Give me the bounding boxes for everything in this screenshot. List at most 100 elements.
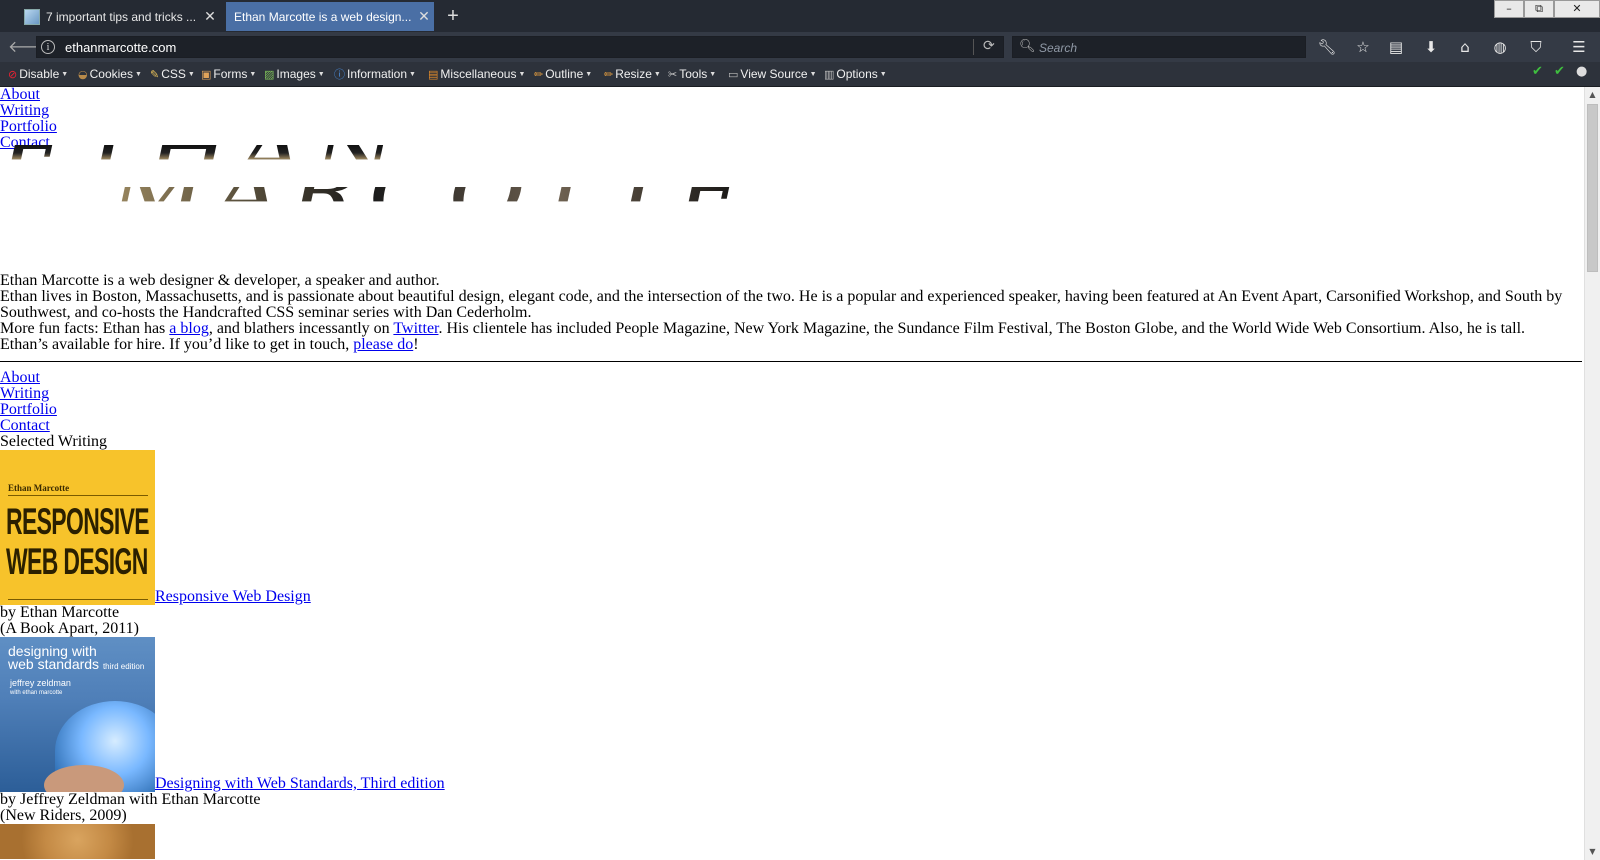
misc-icon: ▤ — [428, 67, 439, 81]
address-bar[interactable]: i ethanmarcotte.com ⟳ — [36, 36, 1004, 58]
tab-label: 7 important tips and tricks ... — [46, 9, 197, 24]
book-publisher: (A Book Apart, 2011) — [0, 620, 139, 637]
site-nav-secondary: About Writing Portfolio Contact — [0, 370, 1584, 434]
contact-link[interactable]: please do — [353, 336, 413, 353]
divider — [973, 39, 974, 55]
search-box[interactable]: 🔍︎ — [1012, 36, 1306, 58]
nav-portfolio-link[interactable]: Portfolio — [0, 402, 1584, 418]
scroll-down-arrow-icon[interactable]: ▼ — [1585, 844, 1600, 860]
cover-author: Ethan Marcotte — [8, 483, 70, 493]
caret-down-icon: ▼ — [879, 70, 887, 78]
nav-contact-link[interactable]: Contact — [0, 418, 1584, 434]
tab-tips[interactable]: 7 important tips and tricks ... ✕ — [14, 2, 220, 31]
book-title-link[interactable]: Responsive Web Design — [155, 588, 311, 605]
cover-title-line: web standards — [8, 656, 100, 672]
view-source-icon: ▭ — [728, 67, 739, 81]
toolbar-cookies[interactable]: ◒ Cookies ▼ — [78, 65, 142, 83]
nav-about-link[interactable]: About — [0, 87, 1584, 103]
text: , and blathers incessantly on — [208, 320, 394, 337]
hire-text: Ethan’s available for hire. If you’d lik… — [0, 337, 1584, 353]
caret-down-icon: ▼ — [409, 70, 416, 78]
caret-down-icon: ▼ — [249, 70, 257, 78]
minimize-button[interactable]: – — [1494, 0, 1524, 18]
pencil-icon: ✏ — [534, 67, 544, 81]
vertical-scrollbar[interactable]: ▲ ▼ — [1584, 87, 1600, 860]
toolbar-label: Options — [836, 67, 878, 81]
cover-title-line: RESPONSIVE — [6, 501, 150, 542]
toolbar-view-source[interactable]: ▭ View Source ▼ — [728, 65, 817, 83]
toolbar-label: Resize — [615, 67, 652, 81]
site-info-icon[interactable]: i — [41, 40, 55, 54]
toolbar-label: Outline — [545, 67, 584, 81]
scroll-up-arrow-icon[interactable]: ▲ — [1585, 87, 1600, 103]
globe-icon[interactable]: ◍ — [1489, 38, 1511, 56]
page-content: About Writing Portfolio Contact ETHAN MA… — [0, 87, 1584, 860]
cookie-icon: ◒ — [78, 67, 88, 81]
toolbar-outline[interactable]: ✏ Outline ▼ — [534, 65, 592, 83]
resize-icon: ✏ — [604, 67, 614, 81]
caret-down-icon: ▼ — [653, 70, 661, 78]
book-publisher: (New Riders, 2009) — [0, 807, 127, 824]
toolbar-miscellaneous[interactable]: ▤ Miscellaneous ▼ — [428, 65, 525, 83]
wrench-icon[interactable]: 🔧︎ — [1316, 38, 1338, 56]
toolbar-disable[interactable]: ⊘ Disable ▼ — [8, 65, 68, 83]
toolbar-information[interactable]: ⓘ Information ▼ — [334, 65, 416, 83]
toolbar-label: Images — [276, 67, 316, 81]
book-cover-image[interactable]: Ethan Marcotte RESPONSIVE WEB DESIGN — [0, 450, 155, 605]
toolbar-resize[interactable]: ✏ Resize ▼ — [604, 65, 661, 83]
search-input[interactable] — [1037, 39, 1291, 57]
scrollbar-thumb[interactable] — [1587, 104, 1598, 272]
download-icon[interactable]: ⬇ — [1420, 38, 1442, 56]
nav-writing-link[interactable]: Writing — [0, 386, 1584, 402]
info-icon: ⓘ — [334, 68, 345, 81]
check-icon: ✔ — [1532, 64, 1543, 79]
caret-down-icon: ▼ — [518, 70, 526, 78]
book-link[interactable]: Ethan Marcotte RESPONSIVE WEB DESIGN Resp… — [0, 450, 311, 605]
caret-down-icon: ▼ — [187, 70, 195, 78]
nav-about-link[interactable]: About — [0, 370, 1584, 386]
home-icon[interactable]: ⌂ — [1454, 38, 1476, 56]
toolbar-label: View Source — [740, 67, 808, 81]
reload-icon[interactable]: ⟳ — [983, 38, 995, 54]
bio: Ethan Marcotte is a web designer & devel… — [0, 273, 1584, 353]
book-entry: Ethan Marcotte RESPONSIVE WEB DESIGN Resp… — [0, 450, 1584, 637]
close-icon[interactable]: ✕ — [414, 8, 434, 25]
toolbar-label: Miscellaneous — [440, 67, 517, 81]
toolbar-images[interactable]: ▨ Images ▼ — [264, 65, 325, 83]
pocket-icon[interactable]: ⛉ — [1525, 38, 1547, 56]
text: . His clientele has included People Maga… — [438, 320, 1526, 337]
toolbar-tools[interactable]: ✂ Tools ▼ — [668, 65, 716, 83]
caret-down-icon: ▼ — [317, 70, 325, 78]
book-title-link[interactable]: Designing with Web Standards, Third edit… — [155, 775, 445, 792]
toolbar-forms[interactable]: ▣ Forms ▼ — [201, 65, 256, 83]
options-icon: ▥ — [824, 67, 835, 81]
book-byline: by Jeffrey Zeldman with Ethan Marcotte — [0, 791, 261, 808]
site-logo: ETHAN MARCOTTE — [0, 109, 746, 273]
book-link[interactable]: designing with web standards third editio… — [0, 637, 445, 792]
book-cover-image[interactable]: designing with web standards third editio… — [0, 637, 155, 792]
new-tab-button[interactable]: + — [440, 4, 466, 28]
toolbar-label: Disable — [19, 67, 60, 81]
back-arrow-icon[interactable]: 🡐 — [8, 38, 51, 56]
toolbar-options[interactable]: ▥ Options ▼ — [824, 65, 887, 83]
twitter-link[interactable]: Twitter — [393, 320, 438, 337]
cover-title: designing with web standards third editio… — [8, 644, 144, 673]
bookmark-star-icon[interactable]: ☆ — [1352, 38, 1374, 56]
fun-facts: More fun facts: Ethan has a blog, and bl… — [0, 321, 1584, 337]
book-cover-image[interactable] — [0, 824, 155, 859]
forms-icon: ▣ — [201, 67, 212, 81]
page-favicon-icon — [24, 8, 40, 25]
window-close-button[interactable]: ✕ — [1554, 0, 1600, 18]
tab-ethan-marcotte[interactable]: Ethan Marcotte is a web design... ✕ — [226, 2, 434, 31]
caret-down-icon: ▼ — [134, 70, 142, 78]
menu-icon[interactable]: ☰ — [1568, 38, 1590, 56]
url-text[interactable]: ethanmarcotte.com — [65, 40, 176, 55]
blog-link[interactable]: a blog — [169, 320, 209, 337]
library-icon[interactable]: ▤ — [1385, 38, 1407, 56]
cover-rule — [8, 599, 148, 600]
toolbar-css[interactable]: ✎ CSS ▼ — [150, 65, 195, 83]
close-icon[interactable]: ✕ — [200, 8, 220, 25]
restore-button[interactable]: ⧉ — [1524, 0, 1554, 18]
web-developer-toolbar: ⊘ Disable ▼ ◒ Cookies ▼ ✎ CSS ▼ ▣ Forms ▼ ▨ … — [0, 62, 1600, 87]
cover-title: RESPONSIVE WEB DESIGN — [6, 501, 150, 582]
